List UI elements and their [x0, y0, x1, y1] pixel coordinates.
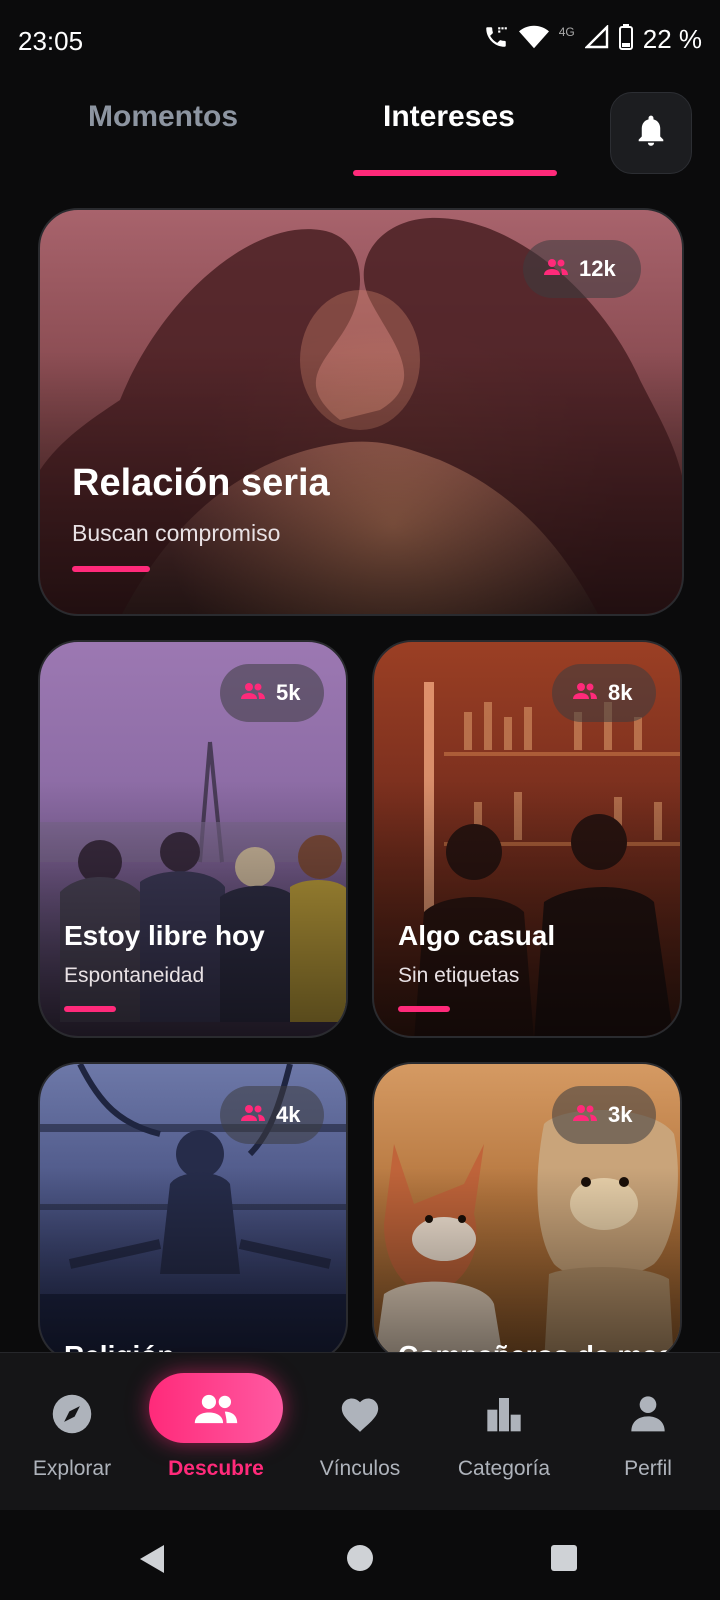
- nav-explorar[interactable]: Explorar: [0, 1353, 144, 1511]
- bottom-nav: Explorar Descubre Vínculos Categoría Per…: [0, 1352, 720, 1511]
- interest-card-relacion-seria[interactable]: 12k Relación seria Buscan compromiso: [38, 208, 684, 616]
- card-title: Relación seria: [72, 462, 330, 504]
- bell-icon: [636, 115, 666, 152]
- nav-label: Explorar: [32, 1457, 112, 1480]
- card-subtitle: Sin etiquetas: [398, 964, 520, 987]
- back-icon[interactable]: [138, 1544, 166, 1579]
- members-count: 5k: [276, 680, 301, 705]
- card-title: Algo casual: [398, 920, 556, 951]
- nav-label: Vínculos: [319, 1457, 401, 1480]
- system-nav-bar: [0, 1510, 720, 1600]
- battery-percent: 22 %: [642, 24, 702, 54]
- card-accent-bar: [398, 1006, 450, 1012]
- members-count: 4k: [276, 1102, 301, 1127]
- people-icon: [193, 1391, 239, 1432]
- nav-label: Categoría: [457, 1457, 551, 1480]
- interest-card-mascotas[interactable]: 3k Compañeros de mascotas: [372, 1062, 682, 1362]
- people-icon: [572, 1103, 598, 1128]
- active-tab-indicator: [353, 170, 557, 176]
- status-icons: 4G 22 %: [483, 24, 702, 55]
- notifications-button[interactable]: [610, 92, 692, 174]
- people-icon: [240, 1103, 266, 1128]
- nav-label: Descubre: [168, 1457, 264, 1480]
- people-icon: [240, 681, 266, 706]
- members-count: 3k: [608, 1102, 633, 1127]
- battery-icon: [618, 24, 633, 55]
- nav-perfil[interactable]: Perfil: [576, 1353, 720, 1511]
- people-icon: [572, 681, 598, 706]
- members-badge: 8k: [552, 664, 656, 722]
- bar-chart-icon: [483, 1393, 525, 1438]
- card-title: Estoy libre hoy: [64, 920, 265, 951]
- card-subtitle: Espontaneidad: [64, 964, 205, 987]
- tab-intereses[interactable]: Intereses: [383, 100, 515, 134]
- compass-icon: [51, 1393, 93, 1440]
- nav-categoria[interactable]: Categoría: [432, 1353, 576, 1511]
- interest-card-religion[interactable]: 4k Religión: [38, 1062, 348, 1362]
- person-icon: [628, 1393, 668, 1438]
- card-accent-bar: [64, 1006, 116, 1012]
- nav-vinculos[interactable]: Vínculos: [288, 1353, 432, 1511]
- interest-card-algo-casual[interactable]: 8k Algo casual Sin etiquetas: [372, 640, 682, 1038]
- members-badge: 5k: [220, 664, 324, 722]
- people-icon: [543, 257, 569, 282]
- tab-momentos[interactable]: Momentos: [88, 100, 238, 134]
- network-type-label: 4G: [558, 24, 575, 39]
- cell-signal-icon: [583, 24, 609, 54]
- home-icon[interactable]: [346, 1544, 374, 1577]
- interest-card-estoy-libre-hoy[interactable]: 5k Estoy libre hoy Espontaneidad: [38, 640, 348, 1038]
- nav-descubre[interactable]: Descubre: [144, 1353, 288, 1511]
- members-badge: 12k: [523, 240, 641, 298]
- wifi-icon: [518, 24, 549, 55]
- members-badge: 3k: [552, 1086, 656, 1144]
- status-time: 23:05: [18, 26, 84, 56]
- heart-icon: [338, 1393, 382, 1438]
- status-bar: 23:05 4G 22 %: [0, 0, 720, 84]
- wifi-calling-icon: [483, 24, 509, 55]
- recents-icon[interactable]: [550, 1544, 578, 1577]
- nav-label: Perfil: [624, 1457, 672, 1480]
- members-count: 12k: [579, 256, 616, 281]
- members-count: 8k: [608, 680, 633, 705]
- card-accent-bar: [72, 566, 150, 572]
- card-subtitle: Buscan compromiso: [72, 520, 281, 546]
- members-badge: 4k: [220, 1086, 324, 1144]
